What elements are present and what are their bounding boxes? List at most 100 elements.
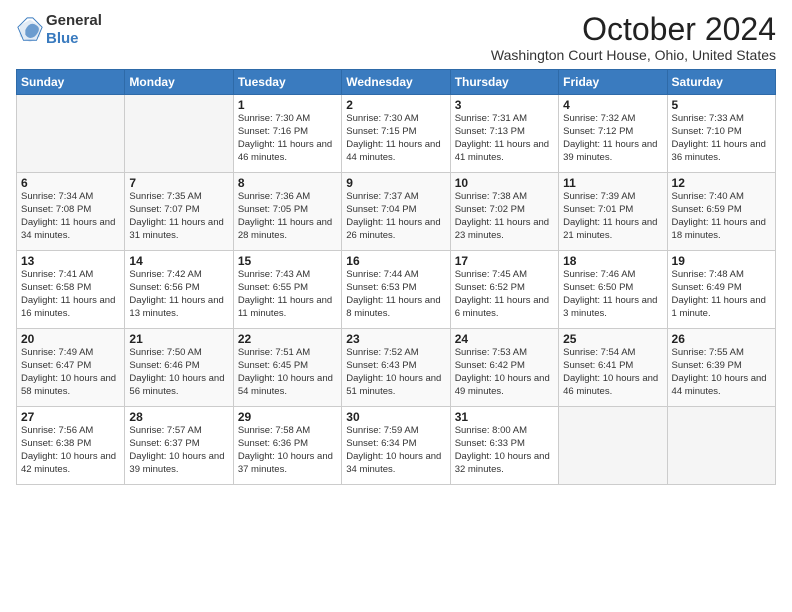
day-cell: 31Sunrise: 8:00 AM Sunset: 6:33 PM Dayli… (450, 407, 558, 485)
day-info: Sunrise: 7:38 AM Sunset: 7:02 PM Dayligh… (455, 191, 554, 242)
day-number: 19 (672, 254, 771, 268)
logo: General Blue (16, 12, 102, 48)
day-cell: 1Sunrise: 7:30 AM Sunset: 7:16 PM Daylig… (233, 95, 341, 173)
day-info: Sunrise: 7:48 AM Sunset: 6:49 PM Dayligh… (672, 269, 771, 320)
day-cell: 7Sunrise: 7:35 AM Sunset: 7:07 PM Daylig… (125, 173, 233, 251)
day-cell: 22Sunrise: 7:51 AM Sunset: 6:45 PM Dayli… (233, 329, 341, 407)
header-row: Sunday Monday Tuesday Wednesday Thursday… (17, 70, 776, 95)
day-number: 7 (129, 176, 228, 190)
col-wednesday: Wednesday (342, 70, 450, 95)
day-number: 5 (672, 98, 771, 112)
day-info: Sunrise: 7:53 AM Sunset: 6:42 PM Dayligh… (455, 347, 554, 398)
day-info: Sunrise: 7:57 AM Sunset: 6:37 PM Dayligh… (129, 425, 228, 476)
day-cell: 5Sunrise: 7:33 AM Sunset: 7:10 PM Daylig… (667, 95, 775, 173)
day-cell (559, 407, 667, 485)
day-number: 24 (455, 332, 554, 346)
day-number: 10 (455, 176, 554, 190)
day-number: 20 (21, 332, 120, 346)
day-number: 21 (129, 332, 228, 346)
day-info: Sunrise: 7:45 AM Sunset: 6:52 PM Dayligh… (455, 269, 554, 320)
day-number: 30 (346, 410, 445, 424)
day-info: Sunrise: 7:40 AM Sunset: 6:59 PM Dayligh… (672, 191, 771, 242)
day-cell (125, 95, 233, 173)
logo-text: General Blue (46, 12, 102, 48)
day-info: Sunrise: 7:43 AM Sunset: 6:55 PM Dayligh… (238, 269, 337, 320)
day-cell: 12Sunrise: 7:40 AM Sunset: 6:59 PM Dayli… (667, 173, 775, 251)
day-info: Sunrise: 7:32 AM Sunset: 7:12 PM Dayligh… (563, 113, 662, 164)
day-cell: 26Sunrise: 7:55 AM Sunset: 6:39 PM Dayli… (667, 329, 775, 407)
day-info: Sunrise: 7:30 AM Sunset: 7:16 PM Dayligh… (238, 113, 337, 164)
day-info: Sunrise: 7:50 AM Sunset: 6:46 PM Dayligh… (129, 347, 228, 398)
day-number: 26 (672, 332, 771, 346)
day-cell: 19Sunrise: 7:48 AM Sunset: 6:49 PM Dayli… (667, 251, 775, 329)
month-title: October 2024 (491, 12, 776, 47)
day-info: Sunrise: 7:56 AM Sunset: 6:38 PM Dayligh… (21, 425, 120, 476)
day-cell: 17Sunrise: 7:45 AM Sunset: 6:52 PM Dayli… (450, 251, 558, 329)
day-number: 12 (672, 176, 771, 190)
day-cell: 13Sunrise: 7:41 AM Sunset: 6:58 PM Dayli… (17, 251, 125, 329)
day-cell: 25Sunrise: 7:54 AM Sunset: 6:41 PM Dayli… (559, 329, 667, 407)
day-number: 22 (238, 332, 337, 346)
day-number: 29 (238, 410, 337, 424)
header: General Blue October 2024 Washington Cou… (16, 12, 776, 63)
day-number: 9 (346, 176, 445, 190)
week-row-3: 20Sunrise: 7:49 AM Sunset: 6:47 PM Dayli… (17, 329, 776, 407)
col-friday: Friday (559, 70, 667, 95)
day-info: Sunrise: 7:46 AM Sunset: 6:50 PM Dayligh… (563, 269, 662, 320)
day-cell: 27Sunrise: 7:56 AM Sunset: 6:38 PM Dayli… (17, 407, 125, 485)
day-info: Sunrise: 7:49 AM Sunset: 6:47 PM Dayligh… (21, 347, 120, 398)
day-cell: 2Sunrise: 7:30 AM Sunset: 7:15 PM Daylig… (342, 95, 450, 173)
day-cell: 15Sunrise: 7:43 AM Sunset: 6:55 PM Dayli… (233, 251, 341, 329)
day-number: 16 (346, 254, 445, 268)
day-cell: 30Sunrise: 7:59 AM Sunset: 6:34 PM Dayli… (342, 407, 450, 485)
day-cell (667, 407, 775, 485)
day-info: Sunrise: 7:44 AM Sunset: 6:53 PM Dayligh… (346, 269, 445, 320)
day-number: 3 (455, 98, 554, 112)
day-number: 8 (238, 176, 337, 190)
day-number: 28 (129, 410, 228, 424)
day-info: Sunrise: 7:59 AM Sunset: 6:34 PM Dayligh… (346, 425, 445, 476)
day-info: Sunrise: 7:37 AM Sunset: 7:04 PM Dayligh… (346, 191, 445, 242)
col-sunday: Sunday (17, 70, 125, 95)
day-number: 2 (346, 98, 445, 112)
day-number: 4 (563, 98, 662, 112)
week-row-4: 27Sunrise: 7:56 AM Sunset: 6:38 PM Dayli… (17, 407, 776, 485)
day-cell (17, 95, 125, 173)
day-number: 25 (563, 332, 662, 346)
day-cell: 3Sunrise: 7:31 AM Sunset: 7:13 PM Daylig… (450, 95, 558, 173)
day-cell: 9Sunrise: 7:37 AM Sunset: 7:04 PM Daylig… (342, 173, 450, 251)
day-info: Sunrise: 7:51 AM Sunset: 6:45 PM Dayligh… (238, 347, 337, 398)
calendar-table: Sunday Monday Tuesday Wednesday Thursday… (16, 69, 776, 485)
day-info: Sunrise: 7:30 AM Sunset: 7:15 PM Dayligh… (346, 113, 445, 164)
day-info: Sunrise: 7:35 AM Sunset: 7:07 PM Dayligh… (129, 191, 228, 242)
day-cell: 8Sunrise: 7:36 AM Sunset: 7:05 PM Daylig… (233, 173, 341, 251)
day-cell: 18Sunrise: 7:46 AM Sunset: 6:50 PM Dayli… (559, 251, 667, 329)
title-block: October 2024 Washington Court House, Ohi… (491, 12, 776, 63)
day-number: 27 (21, 410, 120, 424)
col-thursday: Thursday (450, 70, 558, 95)
day-cell: 10Sunrise: 7:38 AM Sunset: 7:02 PM Dayli… (450, 173, 558, 251)
day-number: 31 (455, 410, 554, 424)
day-cell: 20Sunrise: 7:49 AM Sunset: 6:47 PM Dayli… (17, 329, 125, 407)
day-info: Sunrise: 7:41 AM Sunset: 6:58 PM Dayligh… (21, 269, 120, 320)
day-info: Sunrise: 7:54 AM Sunset: 6:41 PM Dayligh… (563, 347, 662, 398)
col-tuesday: Tuesday (233, 70, 341, 95)
day-cell: 23Sunrise: 7:52 AM Sunset: 6:43 PM Dayli… (342, 329, 450, 407)
week-row-2: 13Sunrise: 7:41 AM Sunset: 6:58 PM Dayli… (17, 251, 776, 329)
day-number: 15 (238, 254, 337, 268)
day-cell: 28Sunrise: 7:57 AM Sunset: 6:37 PM Dayli… (125, 407, 233, 485)
day-info: Sunrise: 7:39 AM Sunset: 7:01 PM Dayligh… (563, 191, 662, 242)
col-saturday: Saturday (667, 70, 775, 95)
day-cell: 24Sunrise: 7:53 AM Sunset: 6:42 PM Dayli… (450, 329, 558, 407)
logo-line1: General (46, 12, 102, 30)
location-title: Washington Court House, Ohio, United Sta… (491, 47, 776, 63)
day-info: Sunrise: 7:31 AM Sunset: 7:13 PM Dayligh… (455, 113, 554, 164)
day-cell: 6Sunrise: 7:34 AM Sunset: 7:08 PM Daylig… (17, 173, 125, 251)
day-info: Sunrise: 7:36 AM Sunset: 7:05 PM Dayligh… (238, 191, 337, 242)
day-cell: 11Sunrise: 7:39 AM Sunset: 7:01 PM Dayli… (559, 173, 667, 251)
week-row-1: 6Sunrise: 7:34 AM Sunset: 7:08 PM Daylig… (17, 173, 776, 251)
day-cell: 14Sunrise: 7:42 AM Sunset: 6:56 PM Dayli… (125, 251, 233, 329)
day-cell: 16Sunrise: 7:44 AM Sunset: 6:53 PM Dayli… (342, 251, 450, 329)
day-info: Sunrise: 7:58 AM Sunset: 6:36 PM Dayligh… (238, 425, 337, 476)
week-row-0: 1Sunrise: 7:30 AM Sunset: 7:16 PM Daylig… (17, 95, 776, 173)
